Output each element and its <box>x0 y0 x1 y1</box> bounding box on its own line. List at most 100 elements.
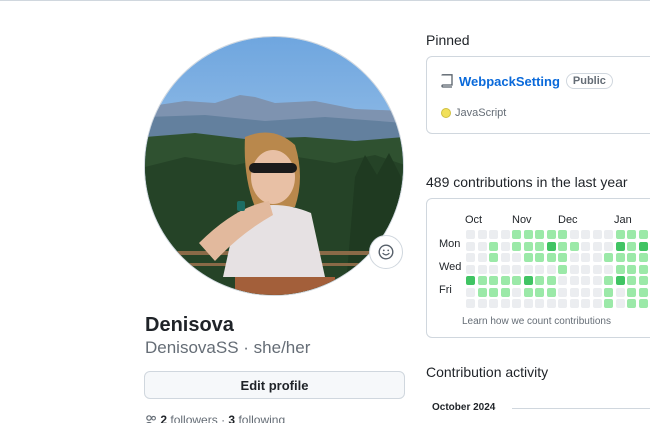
contribution-cell[interactable] <box>512 241 521 251</box>
contribution-cell[interactable] <box>615 230 625 239</box>
contribution-cell[interactable] <box>592 264 602 274</box>
contribution-cell[interactable] <box>477 299 487 308</box>
contribution-cell[interactable] <box>581 264 590 274</box>
contribution-cell[interactable] <box>489 276 498 285</box>
contribution-cell[interactable] <box>500 241 510 251</box>
contribution-cell[interactable] <box>604 276 613 285</box>
contribution-cell[interactable] <box>466 287 475 297</box>
contribution-cell[interactable] <box>615 253 625 262</box>
contribution-cell[interactable] <box>546 253 556 262</box>
avatar[interactable] <box>144 36 404 296</box>
contribution-cell[interactable] <box>535 241 544 251</box>
contribution-cell[interactable] <box>558 241 567 251</box>
contribution-cell[interactable] <box>592 276 602 285</box>
contribution-cell[interactable] <box>512 264 521 274</box>
set-status-button[interactable] <box>369 235 403 269</box>
contribution-cell[interactable] <box>627 264 636 274</box>
contribution-cell[interactable] <box>523 264 533 274</box>
repo-link[interactable]: WebpackSetting <box>459 74 560 89</box>
contribution-cell[interactable] <box>523 230 533 239</box>
contribution-cell[interactable] <box>627 241 636 251</box>
contribution-cell[interactable] <box>558 253 567 262</box>
contribution-cell[interactable] <box>546 276 556 285</box>
contribution-cell[interactable] <box>638 276 648 285</box>
contribution-cell[interactable] <box>489 287 498 297</box>
contribution-cell[interactable] <box>581 287 590 297</box>
contribution-cell[interactable] <box>569 299 579 308</box>
contribution-cell[interactable] <box>569 253 579 262</box>
contribution-cell[interactable] <box>477 241 487 251</box>
following-count[interactable]: 3 <box>228 413 235 423</box>
contribution-cell[interactable] <box>535 253 544 262</box>
following-link[interactable]: following <box>238 413 285 423</box>
contribution-cell[interactable] <box>523 299 533 308</box>
contribution-cell[interactable] <box>466 276 475 285</box>
contribution-cell[interactable] <box>466 241 475 251</box>
contribution-cell[interactable] <box>512 253 521 262</box>
contribution-cell[interactable] <box>466 264 475 274</box>
contribution-cell[interactable] <box>627 253 636 262</box>
contribution-cell[interactable] <box>535 299 544 308</box>
contribution-cell[interactable] <box>500 287 510 297</box>
contribution-cell[interactable] <box>477 264 487 274</box>
contribution-cell[interactable] <box>512 230 521 239</box>
contribution-cell[interactable] <box>477 230 487 239</box>
followers-count[interactable]: 2 <box>160 413 167 423</box>
contribution-cell[interactable] <box>558 276 567 285</box>
contribution-cell[interactable] <box>569 287 579 297</box>
contribution-cell[interactable] <box>604 253 613 262</box>
contribution-cell[interactable] <box>569 230 579 239</box>
contribution-cell[interactable] <box>477 253 487 262</box>
contribution-cell[interactable] <box>489 264 498 274</box>
contribution-cell[interactable] <box>466 230 475 239</box>
contribution-cell[interactable] <box>569 241 579 251</box>
contribution-cell[interactable] <box>558 299 567 308</box>
contribution-cell[interactable] <box>558 230 567 239</box>
contribution-cell[interactable] <box>592 287 602 297</box>
contribution-cell[interactable] <box>466 253 475 262</box>
followers-link[interactable]: followers <box>170 413 217 423</box>
contribution-cell[interactable] <box>638 264 648 274</box>
contribution-cell[interactable] <box>489 230 498 239</box>
contribution-cell[interactable] <box>638 253 648 262</box>
contribution-cell[interactable] <box>592 241 602 251</box>
contribution-cell[interactable] <box>581 299 590 308</box>
contribution-cell[interactable] <box>546 264 556 274</box>
contribution-cell[interactable] <box>523 287 533 297</box>
contribution-cell[interactable] <box>592 230 602 239</box>
contribution-cell[interactable] <box>569 276 579 285</box>
contribution-cell[interactable] <box>500 230 510 239</box>
learn-contributions-link[interactable]: Learn how we count contributions <box>462 316 611 327</box>
contribution-cell[interactable] <box>466 299 475 308</box>
contribution-cell[interactable] <box>615 276 625 285</box>
contribution-cell[interactable] <box>477 287 487 297</box>
contribution-cell[interactable] <box>546 230 556 239</box>
contribution-cell[interactable] <box>615 241 625 251</box>
contribution-cell[interactable] <box>546 299 556 308</box>
contribution-cell[interactable] <box>500 276 510 285</box>
contribution-cell[interactable] <box>627 299 636 308</box>
contribution-cell[interactable] <box>604 299 613 308</box>
contribution-cell[interactable] <box>523 241 533 251</box>
contribution-cell[interactable] <box>489 253 498 262</box>
contribution-cell[interactable] <box>535 230 544 239</box>
contribution-cell[interactable] <box>546 287 556 297</box>
contribution-cell[interactable] <box>477 276 487 285</box>
contribution-cell[interactable] <box>512 287 521 297</box>
contribution-cell[interactable] <box>489 299 498 308</box>
contribution-cell[interactable] <box>604 230 613 239</box>
contribution-cell[interactable] <box>535 264 544 274</box>
contribution-cell[interactable] <box>523 276 533 285</box>
contribution-cell[interactable] <box>615 264 625 274</box>
contribution-cell[interactable] <box>581 253 590 262</box>
contribution-cell[interactable] <box>512 299 521 308</box>
contribution-cell[interactable] <box>627 230 636 239</box>
contribution-cell[interactable] <box>581 230 590 239</box>
edit-profile-button[interactable]: Edit profile <box>144 371 405 399</box>
contribution-cell[interactable] <box>627 287 636 297</box>
contribution-cell[interactable] <box>604 264 613 274</box>
contribution-cell[interactable] <box>489 241 498 251</box>
contribution-cell[interactable] <box>615 299 625 308</box>
contribution-cell[interactable] <box>535 287 544 297</box>
contribution-cell[interactable] <box>592 299 602 308</box>
